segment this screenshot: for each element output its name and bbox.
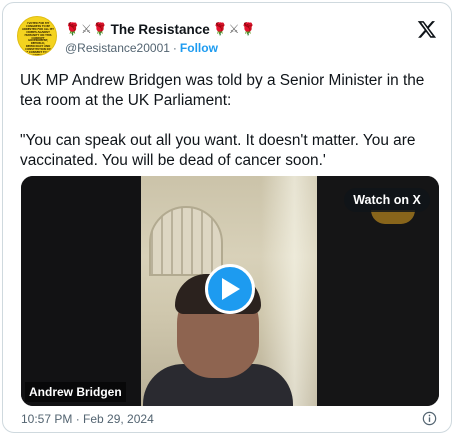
author-handle-row: @Resistance20001 · Follow xyxy=(65,41,218,55)
video-player[interactable]: Watch on X Andrew Bridgen xyxy=(21,176,439,406)
crossed-swords-icon: ⚔ xyxy=(228,22,240,36)
avatar[interactable]: I VOTED FOR MY CONGRESS TO BE ARRESTED F… xyxy=(17,16,57,56)
info-icon[interactable] xyxy=(422,411,437,426)
video-letterbox-left xyxy=(21,176,141,406)
rose-icon: 🌹 xyxy=(212,22,228,36)
avatar-text: I VOTED FOR MY CONGRESS TO BE ARRESTED F… xyxy=(22,22,54,56)
x-logo-icon[interactable] xyxy=(417,19,437,39)
tweet-paragraph: "You can speak out all you want. It does… xyxy=(20,132,420,169)
rose-icon: 🌹 xyxy=(240,22,256,36)
video-caption: Andrew Bridgen xyxy=(25,382,126,402)
separator-dot: · xyxy=(172,41,177,55)
author-name-row[interactable]: 🌹 ⚔ 🌹 The Resistance 🌹 ⚔ 🌹 xyxy=(65,20,255,38)
rose-icon: 🌹 xyxy=(92,22,108,36)
tweet-embed-card[interactable]: I VOTED FOR MY CONGRESS TO BE ARRESTED F… xyxy=(2,2,452,433)
tweet-timestamp[interactable]: 10:57 PM · Feb 29, 2024 xyxy=(21,412,154,426)
play-icon xyxy=(222,278,240,300)
tweet-text: UK MP Andrew Bridgen was told by a Senio… xyxy=(20,71,440,191)
author-display-name[interactable]: The Resistance xyxy=(111,22,210,37)
play-button[interactable] xyxy=(205,264,255,314)
author-handle[interactable]: @Resistance20001 xyxy=(65,41,170,55)
rose-icon: 🌹 xyxy=(65,22,80,36)
background-window xyxy=(149,206,223,276)
follow-button[interactable]: Follow xyxy=(180,41,218,55)
crossed-swords-icon: ⚔ xyxy=(80,22,92,36)
watch-on-x-button[interactable]: Watch on X xyxy=(344,188,430,212)
tweet-paragraph: UK MP Andrew Bridgen was told by a Senio… xyxy=(20,72,429,109)
